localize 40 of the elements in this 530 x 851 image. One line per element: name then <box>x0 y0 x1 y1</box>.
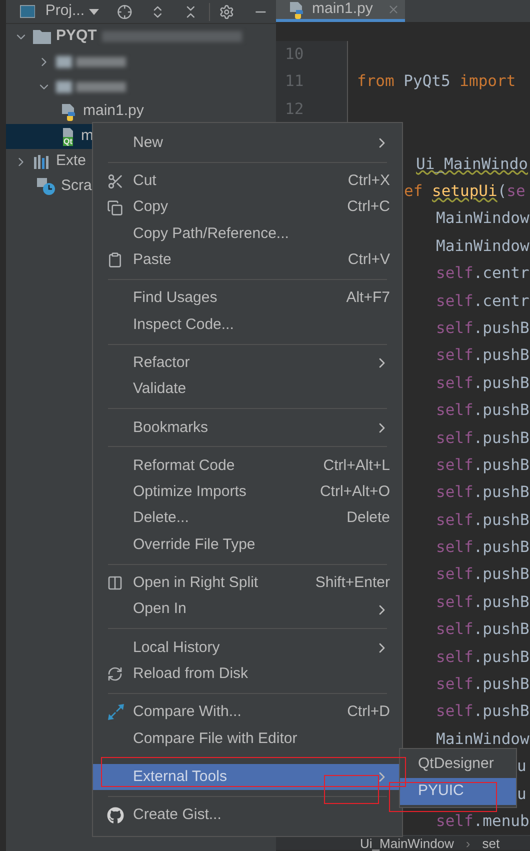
shortcut-label: Ctrl+C <box>347 197 390 218</box>
shortcut-label: Shift+Enter <box>315 573 390 594</box>
code-line: self.pushB <box>436 318 530 339</box>
code-line: self.pushB <box>436 428 530 449</box>
code-line: from PyQt5 import <box>357 71 516 92</box>
shortcut-label: Ctrl+X <box>348 171 390 192</box>
tree-item-label: Exte <box>56 151 86 172</box>
code-line: self.pushB <box>436 372 530 394</box>
code-line: MainWindow <box>436 208 530 230</box>
tree-item-label: PYQT <box>56 26 97 46</box>
code-line: self.pushB <box>436 482 530 504</box>
code-line: self.pushB <box>436 454 530 476</box>
code-line: self.pushB <box>436 345 530 366</box>
shortcut-label: Ctrl+V <box>348 250 390 270</box>
code-line: Ui_MainWindo <box>416 154 528 175</box>
code-line: self.pushB <box>436 564 530 586</box>
code-line: self.pushB <box>436 646 530 668</box>
code-line: self.pushB <box>436 674 530 696</box>
shortcut-label: Delete <box>346 508 390 528</box>
code-line: self.pushB <box>436 619 530 640</box>
breadcrumb-separator: › <box>466 834 470 851</box>
code-line: self.menub <box>436 811 530 832</box>
tree-item-label: main1.py <box>83 101 144 122</box>
code-line: u <box>517 784 526 805</box>
code-line: self.pushB <box>436 592 530 613</box>
shortcut-label: Ctrl+Alt+O <box>320 482 390 502</box>
code-line: u <box>517 756 526 778</box>
code-line: self.pushB <box>436 701 530 722</box>
shortcut-label: Ctrl+Alt+L <box>323 456 390 476</box>
code-line: MainWindow <box>436 236 530 257</box>
shortcut-label: Ctrl+D <box>347 702 390 722</box>
code-line: self.pushB <box>436 400 530 422</box>
code-line: ef setupUi(se <box>404 181 526 202</box>
code-line: self.pushB <box>436 510 530 531</box>
code-line: self.pushB <box>436 537 530 558</box>
code-line: self.centr <box>436 263 530 284</box>
tree-item-label: Scra <box>61 176 92 196</box>
code-line: self.centr <box>436 290 530 312</box>
shortcut-label: Alt+F7 <box>346 288 390 308</box>
code-line: MainWindow <box>436 728 530 750</box>
